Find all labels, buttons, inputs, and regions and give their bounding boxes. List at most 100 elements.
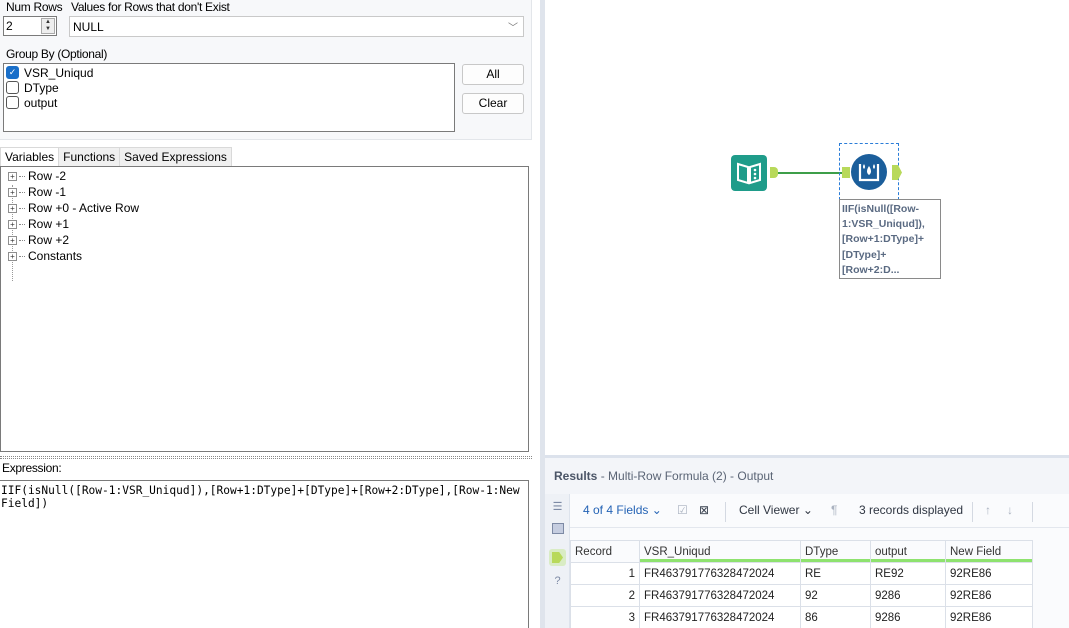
cell-viewer-label: Cell Viewer (739, 503, 800, 517)
tree-dots (19, 239, 25, 241)
column-header-new-field[interactable]: New Field (945, 540, 1033, 563)
cell-new-field[interactable]: 92RE86 (945, 562, 1033, 585)
cell-vsr-uniqud[interactable]: FR463791776328472024 (639, 584, 801, 607)
tree-dots (19, 207, 25, 209)
spin-down-icon[interactable]: ▼ (42, 26, 54, 33)
clear-button[interactable]: Clear (462, 93, 524, 114)
cell-dtype[interactable]: 92 (800, 584, 871, 607)
toolbar-separator (972, 502, 973, 522)
group-by-list[interactable]: ✓ VSR_Uniqud DType output (3, 63, 455, 132)
book-icon (737, 162, 761, 185)
deselect-icon[interactable]: ⊠ (699, 503, 709, 517)
column-header-vsr-uniqud[interactable]: VSR_Uniqud (639, 540, 801, 563)
chevron-down-icon[interactable]: ﹀ (508, 19, 518, 34)
tree-dots (19, 191, 25, 193)
cell-viewer-dropdown[interactable]: Cell Viewer ⌄ (739, 503, 813, 517)
spin-up-icon[interactable]: ▲ (42, 19, 54, 26)
expand-icon[interactable]: + (8, 235, 17, 245)
group-by-item-label: DType (24, 80, 59, 95)
expression-label: Expression: (2, 461, 62, 475)
connection-line[interactable] (778, 172, 842, 174)
tree-node-label: Constants (28, 249, 83, 263)
chevron-down-icon: ⌄ (651, 503, 662, 517)
table-row[interactable]: 1 FR463791776328472024 RE RE92 92RE86 (570, 562, 1033, 585)
checkbox-checked-icon[interactable]: ✓ (6, 66, 19, 79)
table-row[interactable]: 2 FR463791776328472024 92 9286 92RE86 (570, 584, 1033, 607)
cell-output[interactable]: 9286 (870, 584, 946, 607)
cell-record[interactable]: 3 (570, 606, 640, 628)
tree-dots (19, 175, 25, 177)
cell-new-field[interactable]: 92RE86 (945, 584, 1033, 607)
expand-icon[interactable]: + (8, 203, 17, 213)
output-anchor[interactable] (892, 165, 902, 180)
panel-splitter[interactable] (0, 456, 532, 459)
multi-row-formula-tool[interactable] (851, 154, 887, 190)
cell-vsr-uniqud[interactable]: FR463791776328472024 (639, 562, 801, 585)
help-icon[interactable]: ? (551, 574, 564, 587)
workflow-canvas[interactable]: IIF(isNull([Row-1:VSR_Uniqud]),[Row+1:DT… (545, 0, 1069, 455)
tab-saved-expressions[interactable]: Saved Expressions (119, 147, 232, 167)
checkbox-icon[interactable] (6, 81, 19, 94)
results-window: Results - Multi-Row Formula (2) - Output… (545, 455, 1069, 628)
cell-output[interactable]: RE92 (870, 562, 946, 585)
table-row[interactable]: 3 FR463791776328472024 86 9286 92RE86 (570, 606, 1033, 628)
message-icon[interactable] (551, 522, 564, 535)
column-header-record[interactable]: Record (570, 540, 640, 563)
cell-dtype[interactable]: 86 (800, 606, 871, 628)
tree-node-row-minus-2[interactable]: + Row -2 (8, 168, 66, 184)
config-top-section: Num Rows Values for Rows that don't Exis… (0, 0, 532, 140)
tool-annotation: IIF(isNull([Row-1:VSR_Uniqud]),[Row+1:DT… (839, 199, 941, 279)
tree-node-row-plus-2[interactable]: + Row +2 (8, 232, 69, 248)
tree-node-label: Row +2 (28, 233, 70, 247)
pilcrow-icon[interactable]: ¶ (831, 503, 837, 517)
tree-node-active-row[interactable]: + Row +0 - Active Row (8, 200, 139, 216)
records-displayed: 3 records displayed (859, 503, 964, 517)
group-by-label: Group By (Optional) (6, 47, 108, 61)
expand-icon[interactable]: + (8, 187, 17, 197)
tree-node-row-minus-1[interactable]: + Row -1 (8, 184, 66, 200)
group-by-item-label: output (24, 95, 58, 110)
group-by-item[interactable]: output (6, 95, 57, 110)
tree-node-label: Row -1 (28, 185, 67, 199)
cell-record[interactable]: 2 (570, 584, 640, 607)
tab-functions[interactable]: Functions (58, 147, 121, 167)
tree-node-row-plus-1[interactable]: + Row +1 (8, 216, 69, 232)
group-by-item[interactable]: ✓ VSR_Uniqud (6, 65, 93, 80)
variables-tree: + Row -2 + Row -1 + Row +0 - Active Row + Ro… (0, 166, 529, 452)
cell-record[interactable]: 1 (570, 562, 640, 585)
input-data-tool[interactable] (731, 155, 767, 191)
output-anchor-icon[interactable] (549, 549, 566, 566)
list-icon[interactable]: ☰ (551, 500, 564, 513)
num-rows-stepper[interactable]: 2 ▲ ▼ (3, 16, 57, 36)
arrow-down-icon[interactable]: ↓ (1007, 503, 1013, 517)
checkbox-select-icon[interactable]: ☑ (677, 503, 688, 517)
cell-vsr-uniqud[interactable]: FR463791776328472024 (639, 606, 801, 628)
expression-editor[interactable]: IIF(isNull([Row-1:VSR_Uniqud]),[Row+1:DT… (0, 480, 529, 628)
select-all-button[interactable]: All (462, 64, 524, 85)
expand-icon[interactable]: + (8, 219, 17, 229)
group-by-item-label: VSR_Uniqud (24, 65, 94, 80)
cell-output[interactable]: 9286 (870, 606, 946, 628)
tree-node-label: Row +0 - Active Row (28, 201, 140, 215)
input-anchor[interactable] (842, 167, 850, 178)
cell-dtype[interactable]: RE (800, 562, 871, 585)
cell-new-field[interactable]: 92RE86 (945, 606, 1033, 628)
expand-icon[interactable]: + (8, 251, 17, 261)
num-rows-spinner[interactable]: ▲ ▼ (41, 18, 55, 34)
arrow-up-icon[interactable]: ↑ (985, 503, 991, 517)
column-header-dtype[interactable]: DType (800, 540, 871, 563)
values-nonexistent-select[interactable]: NULL ﹀ (69, 16, 524, 37)
toolbar-separator (725, 502, 726, 522)
results-grid: Record VSR_Uniqud DType output New Field… (570, 540, 1033, 628)
checkbox-icon[interactable] (6, 96, 19, 109)
num-rows-value[interactable]: 2 (6, 19, 13, 33)
fields-selector[interactable]: 4 of 4 Fields ⌄ (583, 503, 662, 517)
tree-dots (19, 223, 25, 225)
column-header-output[interactable]: output (870, 540, 946, 563)
results-title-bold: Results (554, 469, 598, 483)
expand-icon[interactable]: + (8, 171, 17, 181)
tree-node-constants[interactable]: + Constants (8, 248, 82, 264)
output-anchor[interactable] (770, 167, 778, 178)
tab-variables[interactable]: Variables (0, 147, 60, 168)
group-by-item[interactable]: DType (6, 80, 59, 95)
